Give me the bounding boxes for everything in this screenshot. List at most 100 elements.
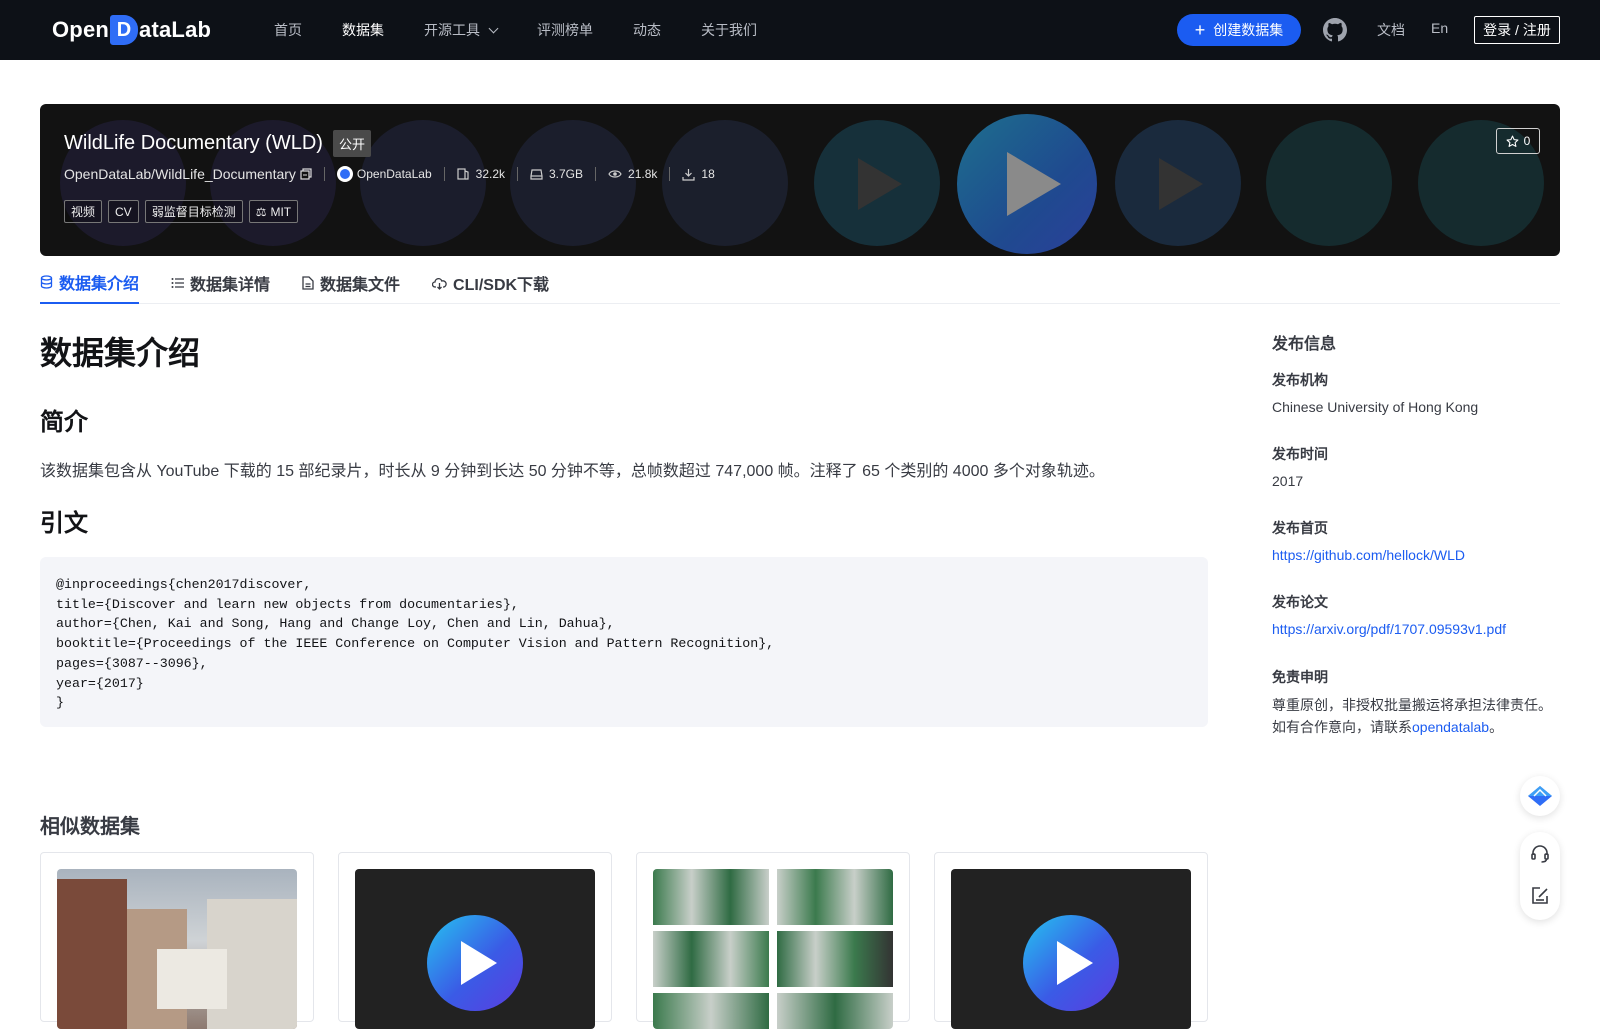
disclaimer-prefix: 如有合作意向，请联系 — [1272, 719, 1412, 735]
nav-item-home[interactable]: 首页 — [274, 20, 302, 40]
tag-license[interactable]: ⚖ MIT — [248, 200, 299, 223]
feedback-edit-icon[interactable] — [1530, 886, 1550, 906]
login-register-button[interactable]: 登录 / 注册 — [1474, 16, 1560, 44]
file-icon — [302, 276, 314, 290]
meta-divider — [323, 167, 325, 181]
play-icon — [1007, 152, 1061, 216]
banner-bubble — [662, 120, 788, 246]
tab-intro[interactable]: 数据集介绍 — [40, 262, 140, 304]
nav-item-leaderboard[interactable]: 评测榜单 — [537, 20, 593, 40]
play-icon — [858, 158, 902, 210]
top-navbar: Open D ataLab 首页 数据集 开源工具 评测榜单 动态 关于我们 +… — [0, 0, 1600, 60]
nav-item-news[interactable]: 动态 — [633, 20, 661, 40]
eye-icon — [608, 169, 622, 179]
image-tile — [653, 993, 769, 1029]
opendatalab-logo[interactable]: Open D ataLab — [52, 14, 211, 46]
building-shape — [157, 949, 227, 1009]
language-switch[interactable]: En — [1431, 20, 1448, 36]
dataset-thumbnail — [951, 869, 1191, 1029]
database-icon — [40, 275, 53, 289]
similar-dataset-card[interactable] — [934, 852, 1208, 1029]
similar-dataset-card[interactable] — [636, 852, 910, 1029]
publisher-value: Chinese University of Hong Kong — [1272, 399, 1479, 415]
file-count: 32.2k — [475, 167, 505, 181]
tab-files[interactable]: 数据集文件 — [302, 262, 400, 304]
dataset-banner: WildLife Documentary (WLD) 公开 0 OpenData… — [40, 104, 1560, 256]
dataset-title-row: WildLife Documentary (WLD) 公开 — [64, 130, 371, 157]
plus-icon: + — [1194, 20, 1206, 40]
size-stat: 3.7GB — [530, 167, 583, 181]
meta-divider — [669, 167, 671, 181]
nav-item-label: 开源工具 — [424, 22, 480, 38]
paper-link[interactable]: https://arxiv.org/pdf/1707.09593v1.pdf — [1272, 621, 1506, 637]
disclaimer-text: 尊重原创，非授权批量搬运将承担法律责任。 如有合作意向，请联系opendatal… — [1272, 694, 1552, 738]
headset-icon[interactable] — [1530, 844, 1550, 864]
publisher-label: 发布机构 — [1272, 372, 1328, 388]
diamond-logo-icon — [1528, 786, 1552, 806]
visibility-badge: 公开 — [332, 130, 371, 157]
dataset-thumbnail — [57, 869, 297, 1029]
download-count: 18 — [701, 167, 715, 181]
tab-details[interactable]: 数据集详情 — [171, 262, 270, 304]
contact-link[interactable]: opendatalab — [1412, 719, 1489, 735]
dataset-thumbnail — [355, 869, 595, 1029]
dataset-title: WildLife Documentary (WLD) — [64, 132, 323, 154]
play-button-icon — [427, 915, 523, 1011]
nav-item-label: 数据集 — [342, 22, 384, 38]
dataset-thumbnail — [653, 869, 893, 1029]
intro-heading: 简介 — [40, 409, 88, 436]
image-tile — [777, 869, 893, 925]
tab-label: CLI/SDK下载 — [453, 277, 550, 294]
nav-item-label: 动态 — [633, 22, 661, 38]
star-count: 0 — [1523, 134, 1531, 148]
similar-dataset-card[interactable] — [338, 852, 612, 1029]
page-title: 数据集介绍 — [40, 335, 201, 371]
image-tile — [777, 931, 893, 987]
org-name: OpenDataLab — [356, 167, 432, 181]
chevron-down-icon — [488, 23, 499, 33]
views-stat: 21.8k — [608, 167, 657, 181]
meta-divider — [517, 167, 518, 181]
dataset-path: OpenDataLab/WildLife_Documentary — [64, 166, 296, 182]
tab-label: 数据集文件 — [320, 277, 401, 294]
dataset-meta-row: OpenDataLab/WildLife_Documentary OpenDat… — [64, 166, 715, 182]
publish-time-value: 2017 — [1272, 473, 1304, 489]
cloud-download-icon — [432, 277, 447, 290]
tab-cli-sdk[interactable]: CLI/SDK下载 — [432, 262, 549, 304]
scale-icon: ⚖ — [255, 204, 267, 219]
create-dataset-button[interactable]: + 创建数据集 — [1177, 14, 1301, 46]
image-tile — [653, 931, 769, 987]
similar-dataset-card[interactable] — [40, 852, 314, 1029]
nav-item-label: 评测榜单 — [537, 22, 593, 38]
homepage-link[interactable]: https://github.com/hellock/WLD — [1272, 547, 1465, 563]
org-link[interactable]: OpenDataLab — [336, 166, 432, 182]
meta-divider — [443, 167, 445, 181]
dataset-tags: 视频 CV 弱监督目标检测 ⚖ MIT — [64, 200, 304, 223]
meta-divider — [595, 167, 597, 181]
org-avatar — [336, 166, 353, 182]
publication-info-title: 发布信息 — [1272, 336, 1337, 353]
license-label: MIT — [270, 204, 292, 219]
download-icon — [682, 168, 695, 181]
nav-item-about[interactable]: 关于我们 — [701, 20, 757, 40]
nav-item-open-source-tools[interactable]: 开源工具 — [424, 20, 499, 40]
star-button[interactable]: 0 — [1496, 128, 1540, 154]
dataset-tabs: 数据集介绍 数据集详情 数据集文件 CLI/SDK下载 — [40, 262, 1560, 304]
disclaimer-line-1: 尊重原创，非授权批量搬运将承担法律责任。 — [1272, 697, 1552, 713]
banner-video-bubble — [814, 120, 940, 246]
github-icon[interactable] — [1323, 18, 1347, 42]
copy-icon[interactable] — [300, 168, 312, 180]
intro-paragraph: 该数据集包含从 YouTube 下载的 15 部纪录片，时长从 9 分钟到长达 … — [40, 463, 1105, 480]
ai-assistant-button[interactable] — [1520, 776, 1560, 816]
nav-item-datasets[interactable]: 数据集 — [342, 20, 384, 40]
view-count: 21.8k — [628, 167, 658, 181]
banner-bubble — [360, 120, 486, 246]
tag-task[interactable]: 弱监督目标检测 — [144, 200, 243, 223]
nav-item-label: 首页 — [274, 22, 302, 38]
tab-label: 数据集介绍 — [59, 276, 140, 293]
nav-docs-link[interactable]: 文档 — [1377, 20, 1405, 40]
tag-domain[interactable]: CV — [108, 200, 139, 223]
star-icon — [1506, 135, 1519, 147]
image-tile — [777, 993, 893, 1029]
tag-modality[interactable]: 视频 — [64, 200, 103, 223]
